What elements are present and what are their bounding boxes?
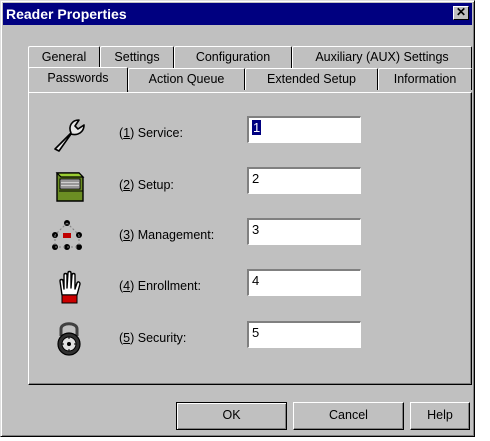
management-label: (3) Management: [119, 228, 215, 242]
help-button[interactable]: Help [410, 402, 470, 430]
setup-password-field[interactable]: 2 [247, 167, 361, 194]
close-icon: ✕ [455, 5, 467, 19]
passwords-panel: (1) Service: 1 (2) Setup: 2 (3) Manageme… [28, 92, 472, 385]
reader-properties-dialog: Reader Properties ✕ General Settings Con… [0, 0, 475, 437]
tab-passwords[interactable]: Passwords [28, 67, 128, 92]
security-value: 5 [252, 325, 260, 340]
tab-label: Configuration [195, 50, 271, 64]
tab-configuration[interactable]: Configuration [174, 46, 292, 68]
security-password-field[interactable]: 5 [247, 321, 361, 348]
setup-box-icon [55, 172, 85, 202]
tab-label: Passwords [47, 71, 109, 85]
service-password-field[interactable]: 1 [247, 116, 361, 143]
management-value: 3 [252, 222, 260, 237]
enrollment-label: (4) Enrollment: [119, 279, 201, 293]
tab-label: Auxiliary (AUX) Settings [315, 50, 449, 64]
security-label: (5) Security: [119, 331, 187, 345]
window-title: Reader Properties [6, 6, 127, 22]
cancel-button[interactable]: Cancel [293, 402, 404, 430]
tab-settings[interactable]: Settings [100, 46, 174, 68]
enrollment-value: 4 [252, 273, 260, 288]
enrollment-password-field[interactable]: 4 [247, 269, 361, 296]
tab-information[interactable]: Information [378, 68, 472, 90]
wrench-icon [54, 119, 85, 152]
tab-label: General [41, 50, 87, 64]
tab-general[interactable]: General [28, 46, 100, 68]
help-label: Help [427, 408, 453, 422]
tab-label: Extended Setup [267, 72, 356, 86]
service-value: 1 [252, 120, 262, 135]
close-button[interactable]: ✕ [453, 6, 469, 20]
title-bar: Reader Properties ✕ [3, 3, 472, 25]
tab-action-queue[interactable]: Action Queue [128, 68, 245, 90]
tab-auxiliary-settings[interactable]: Auxiliary (AUX) Settings [292, 46, 472, 68]
service-label: (1) Service: [119, 126, 183, 140]
management-password-field[interactable]: 3 [247, 218, 361, 245]
setup-label: (2) Setup: [119, 178, 174, 192]
combination-lock-icon [57, 322, 81, 356]
setup-value: 2 [252, 171, 260, 186]
ok-button[interactable]: OK [176, 402, 287, 430]
tab-label: Information [393, 72, 457, 86]
ok-label: OK [222, 408, 241, 422]
network-icon [52, 220, 82, 250]
hand-icon [59, 270, 81, 304]
tab-label: Settings [114, 50, 160, 64]
tab-label: Action Queue [148, 72, 225, 86]
tab-extended-setup[interactable]: Extended Setup [245, 68, 378, 90]
cancel-label: Cancel [329, 408, 368, 422]
